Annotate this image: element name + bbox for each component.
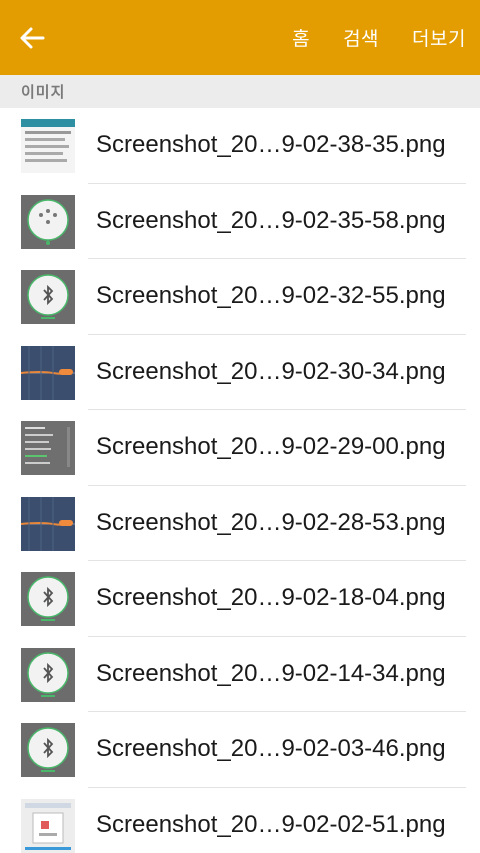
file-thumbnail: [21, 572, 75, 626]
arrow-left-icon: [20, 27, 45, 49]
search-button[interactable]: 검색: [343, 24, 379, 51]
file-name: Screenshot_20…9-02-14-34.png: [96, 659, 446, 687]
file-name: Screenshot_20…9-02-28-53.png: [96, 508, 446, 536]
file-thumbnail: [21, 647, 75, 702]
file-thumbnail: [21, 421, 75, 475]
section-header: 이미지: [0, 75, 480, 108]
file-thumbnail: [21, 119, 75, 173]
more-button[interactable]: 더보기: [412, 24, 466, 51]
file-name: Screenshot_20…9-02-02-51.png: [96, 810, 446, 838]
home-button[interactable]: 홈: [292, 24, 310, 51]
action-group: 홈 검색 더보기: [259, 0, 466, 75]
file-name: Screenshot_20…9-02-30-34.png: [96, 357, 446, 385]
file-thumbnail: [21, 798, 75, 853]
file-thumbnail: [21, 723, 75, 777]
file-list-item[interactable]: Screenshot_20…9-02-35-58.png: [0, 184, 480, 259]
file-list-item[interactable]: Screenshot_20…9-02-18-04.png: [0, 561, 480, 637]
file-name: Screenshot_20…9-02-18-04.png: [96, 584, 446, 611]
file-name: Screenshot_20…9-02-03-46.png: [96, 735, 446, 762]
app-bar: 홈 검색 더보기: [0, 0, 480, 75]
file-list-item[interactable]: Screenshot_20…9-02-03-46.png: [0, 712, 480, 788]
file-list-item[interactable]: Screenshot_20…9-02-30-34.png: [0, 335, 480, 410]
file-thumbnail: [21, 194, 75, 249]
file-list-item[interactable]: Screenshot_20…9-02-38-35.png: [0, 108, 480, 184]
file-list-item[interactable]: Screenshot_20…9-02-02-51.png: [0, 788, 480, 853]
file-thumbnail: [21, 270, 75, 324]
file-name: Screenshot_20…9-02-38-35.png: [96, 131, 446, 158]
back-button[interactable]: [14, 20, 50, 56]
file-list-item[interactable]: Screenshot_20…9-02-28-53.png: [0, 486, 480, 561]
file-list-item[interactable]: Screenshot_20…9-02-32-55.png: [0, 259, 480, 335]
file-name: Screenshot_20…9-02-35-58.png: [96, 206, 446, 234]
file-list-item[interactable]: Screenshot_20…9-02-29-00.png: [0, 410, 480, 486]
file-name: Screenshot_20…9-02-29-00.png: [96, 433, 446, 460]
file-name: Screenshot_20…9-02-32-55.png: [96, 282, 446, 309]
file-list-item[interactable]: Screenshot_20…9-02-14-34.png: [0, 637, 480, 712]
file-thumbnail: [21, 345, 75, 400]
file-list: Screenshot_20…9-02-38-35.png Screenshot_2…: [0, 108, 480, 853]
section-title: 이미지: [21, 83, 66, 101]
file-thumbnail: [21, 496, 75, 551]
